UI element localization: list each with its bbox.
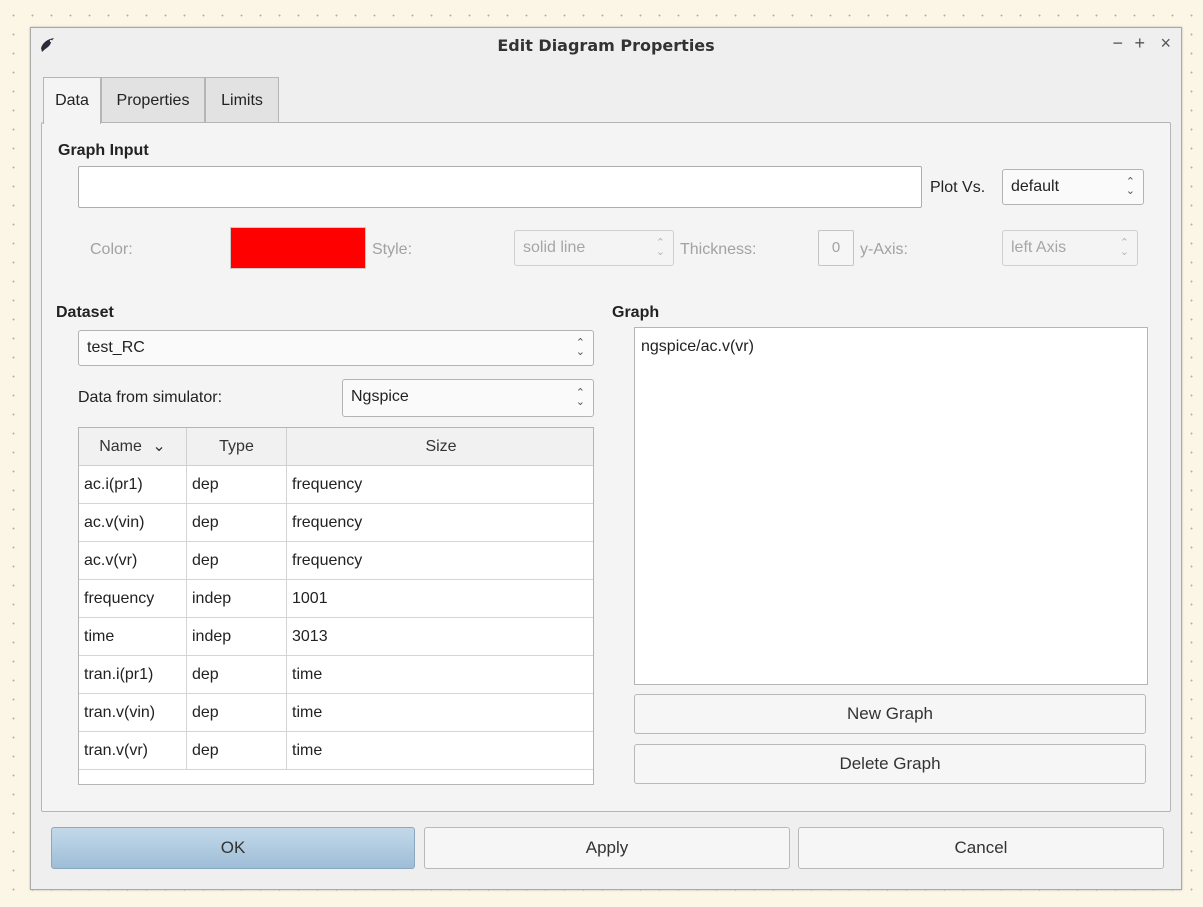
dataset-select[interactable]: test_RC ⌃ ⌄ [78,330,594,366]
style-value: solid line [523,239,586,256]
table-row[interactable]: frequency indep 1001 [79,580,593,618]
tab-data[interactable]: Data [43,77,101,124]
table-row[interactable]: ac.i(pr1) dep frequency [79,466,593,504]
new-graph-button[interactable]: New Graph [634,694,1146,734]
cell-name: ac.v(vr) [79,542,187,579]
cell-size: frequency [292,514,363,531]
cell-type: dep [187,732,287,769]
updown-arrows-icon: ⌃ ⌄ [575,337,585,358]
cell-name: frequency [79,580,187,617]
cell-name: ac.v(vin) [79,504,187,541]
style-select[interactable]: solid line ⌃ ⌄ [514,230,674,266]
table-row[interactable]: time indep 3013 [79,618,593,656]
table-header: Name ⌄ Type Size [79,428,593,466]
cell-name: time [79,618,187,655]
thickness-label: Thickness: [680,241,757,258]
simulator-select[interactable]: Ngspice ⌃ ⌄ [342,379,594,417]
graph-list-item[interactable]: ngspice/ac.v(vr) [641,338,754,356]
minimize-button[interactable]: − [1112,33,1123,54]
graph-title: Graph [612,304,660,321]
plot-vs-value: default [1011,178,1060,195]
thickness-spinbox[interactable]: 0 [818,230,854,266]
cell-name: tran.v(vin) [79,694,187,731]
plot-vs-select[interactable]: default ⌃ ⌄ [1002,169,1144,205]
updown-arrows-icon: ⌃ ⌄ [1119,237,1129,258]
sort-descending-icon: ⌄ [152,438,166,455]
y-axis-select[interactable]: left Axis ⌃ ⌄ [1002,230,1138,266]
edit-diagram-properties-dialog: Edit Diagram Properties − + × Data Prope… [30,27,1182,890]
cell-name: tran.i(pr1) [79,656,187,693]
title-bar[interactable]: Edit Diagram Properties − + × [31,28,1181,64]
close-button[interactable]: × [1160,33,1171,54]
graph-input-field[interactable] [78,166,922,208]
tab-properties[interactable]: Properties [101,77,205,122]
graph-input-title: Graph Input [58,142,149,159]
cell-size: time [292,666,323,683]
simulator-label: Data from simulator: [78,389,223,406]
cell-size: time [292,704,323,721]
cell-name: ac.i(pr1) [79,466,187,503]
cell-size: 3013 [292,628,328,645]
style-label: Style: [372,241,413,258]
updown-arrows-icon: ⌃ ⌄ [575,387,585,408]
maximize-button[interactable]: + [1134,33,1145,54]
table-row[interactable]: ac.v(vin) dep frequency [79,504,593,542]
cell-size: frequency [292,476,363,493]
color-swatch-button[interactable] [230,227,366,269]
table-row[interactable]: tran.v(vr) dep time [79,732,593,770]
graph-list[interactable]: ngspice/ac.v(vr) [634,327,1148,685]
cancel-button[interactable]: Cancel [798,827,1164,869]
column-header-type[interactable]: Type [187,428,287,465]
apply-button[interactable]: Apply [424,827,790,869]
y-axis-value: left Axis [1011,239,1067,256]
cell-type: dep [187,542,287,579]
updown-arrows-icon: ⌃ ⌄ [1125,176,1135,197]
table-row[interactable]: tran.v(vin) dep time [79,694,593,732]
y-axis-label: y-Axis: [860,241,908,258]
plot-vs-label: Plot Vs. [930,179,986,196]
cell-name: tran.v(vr) [79,732,187,769]
column-header-size[interactable]: Size [287,428,593,465]
table-row[interactable]: ac.v(vr) dep frequency [79,542,593,580]
cell-size: frequency [292,552,363,569]
delete-graph-button[interactable]: Delete Graph [634,744,1146,784]
ok-button[interactable]: OK [51,827,415,869]
dataset-value: test_RC [87,339,145,356]
cell-type: indep [187,580,287,617]
cell-type: dep [187,466,287,503]
cell-type: dep [187,694,287,731]
column-header-name[interactable]: Name ⌄ [79,428,187,465]
dataset-variables-table[interactable]: Name ⌄ Type Size ac.i(pr1) dep frequency ac… [78,427,594,785]
tab-limits[interactable]: Limits [205,77,279,122]
updown-arrows-icon: ⌃ ⌄ [655,237,665,258]
cell-type: indep [187,618,287,655]
simulator-value: Ngspice [351,388,409,405]
color-label: Color: [90,241,133,258]
cell-type: dep [187,504,287,541]
cell-size: 1001 [292,590,328,607]
cell-size: time [292,742,323,759]
dataset-title: Dataset [56,304,114,321]
table-row[interactable]: tran.i(pr1) dep time [79,656,593,694]
data-tab-panel: Graph Input Plot Vs. default ⌃ ⌄ Color: S… [41,122,1171,812]
window-title: Edit Diagram Properties [497,36,715,55]
cell-type: dep [187,656,287,693]
